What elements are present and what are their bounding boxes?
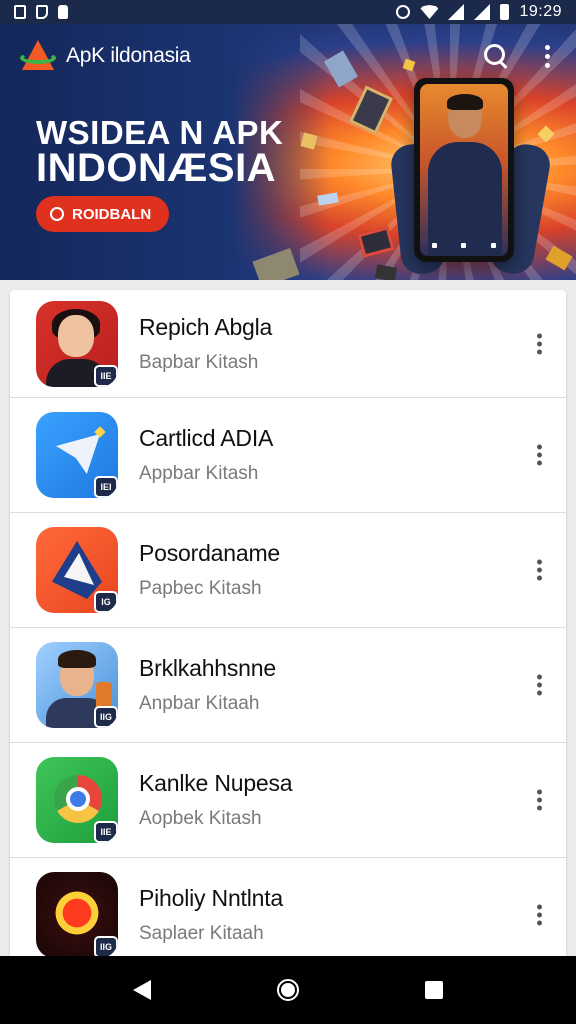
notification-icon: [36, 5, 48, 19]
app-subtitle: Saplaer Kitaah: [139, 923, 264, 944]
list-item[interactable]: IIG Brklkahhsnne Anpbar Kitaah: [10, 628, 566, 743]
more-vert-icon[interactable]: [535, 329, 544, 358]
more-vert-icon[interactable]: [535, 441, 544, 470]
more-vert-icon[interactable]: [535, 786, 544, 815]
app-icon: IIG: [36, 872, 118, 956]
list-item[interactable]: IIG Piholiy Nntlnta Saplaer Kitaah: [10, 858, 566, 956]
app-badge: IIE: [94, 821, 118, 843]
navigation-bar: [0, 956, 576, 1024]
app-badge: IIE: [94, 364, 118, 387]
signal-icon: [448, 4, 465, 20]
hero-phone-image: [414, 78, 514, 262]
app-name: Piholiy Nntlnta: [139, 885, 284, 911]
list-item[interactable]: IG Posordaname Papbec Kitash: [10, 513, 566, 628]
hero-banner[interactable]: ApK ildonasia WSIDEA N APK INDONÆSIA ROI…: [0, 24, 576, 280]
app-badge: IG: [94, 591, 118, 613]
app-badge: IEI: [94, 476, 118, 498]
app-subtitle: Appbar Kitash: [139, 463, 259, 484]
app-name: Kanlke Nupesa: [139, 770, 293, 796]
signal-icon: [474, 4, 491, 20]
download-icon: [50, 207, 64, 221]
person-body: [428, 142, 502, 256]
hero-headline-large: INDONÆSIA: [36, 146, 277, 190]
decor-shard: [374, 264, 398, 280]
alarm-icon: [396, 5, 411, 19]
app-name: Posordaname: [139, 540, 280, 566]
search-icon[interactable]: [483, 43, 509, 69]
app-subtitle: Anpbar Kitaah: [139, 693, 260, 714]
app-icon: IEI: [36, 412, 118, 498]
more-vert-icon[interactable]: [535, 556, 544, 585]
wifi-icon: [420, 5, 439, 19]
more-vert-icon[interactable]: [535, 671, 544, 700]
recents-icon[interactable]: [425, 981, 443, 999]
app-icon: IG: [36, 527, 118, 613]
app-icon: IIE: [36, 300, 118, 387]
more-vert-icon[interactable]: [535, 901, 544, 930]
more-vert-icon[interactable]: [539, 44, 556, 68]
home-icon[interactable]: [277, 979, 299, 1001]
app-bar: ApK ildonasia: [0, 24, 576, 88]
app-name: Cartlicd ADIA: [139, 425, 274, 451]
status-left-icons: [14, 5, 68, 19]
status-bar: 19:29: [0, 0, 576, 24]
app-icon: IIG: [36, 642, 118, 728]
app-badge: IIG: [94, 936, 118, 956]
app-name: Repich Abgla: [139, 313, 273, 340]
app-title: ApK ildonasia: [66, 44, 191, 67]
app-bar-actions: [483, 43, 556, 69]
person-hair: [447, 94, 483, 110]
hero-cta-label: ROIDBALN: [72, 205, 152, 223]
app-subtitle: Papbec Kitash: [139, 578, 262, 599]
battery-icon: [500, 4, 510, 20]
decor-shard: [252, 248, 300, 280]
notification-icon: [14, 5, 26, 19]
status-time: 19:29: [519, 3, 562, 20]
battery-saver-icon: [58, 5, 68, 19]
hero-cta-button[interactable]: ROIDBALN: [36, 196, 170, 232]
list-item[interactable]: IIE Repich Abgla Bapbar Kitash: [10, 290, 566, 398]
list-item[interactable]: IEI Cartlicd ADIA Appbar Kitash: [10, 398, 566, 513]
app-logo-icon: [20, 38, 56, 74]
app-subtitle: Bapbar Kitash: [139, 351, 259, 373]
status-right-icons: 19:29: [396, 3, 562, 21]
app-subtitle: Aopbek Kitash: [139, 808, 262, 829]
app-list: IIE Repich Abgla Bapbar Kitash IEI Cartl…: [10, 290, 566, 956]
app-icon: IIE: [36, 757, 118, 843]
app-name: Brklkahhsnne: [139, 655, 276, 681]
back-icon[interactable]: [133, 980, 151, 1000]
list-item[interactable]: IIE Kanlke Nupesa Aopbek Kitash: [10, 743, 566, 858]
app-badge: IIG: [94, 706, 118, 728]
